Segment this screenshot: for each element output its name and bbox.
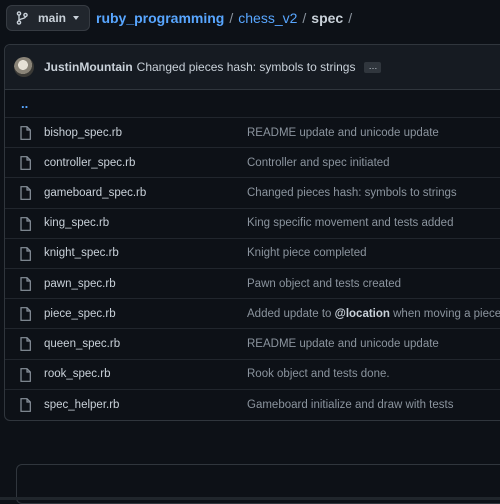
file-icon [20,337,31,352]
file-name-link[interactable]: pawn_spec.rb [44,278,116,290]
file-row[interactable]: controller_spec.rb Controller and spec in… [5,148,500,179]
file-row[interactable]: piece_spec.rb Added update to @location w… [5,299,500,330]
file-row[interactable]: gameboard_spec.rb Changed pieces hash: sy… [5,178,500,209]
file-icon [20,246,31,261]
avatar[interactable] [14,57,34,77]
breadcrumb-current: spec [311,10,344,26]
breadcrumb-separator: / [348,10,353,26]
file-icon [20,156,31,171]
file-row[interactable]: pawn_spec.rb Pawn object and tests create… [5,269,500,300]
file-name-link[interactable]: queen_spec.rb [44,338,120,350]
breadcrumb-repo-link[interactable]: ruby_programming [96,10,224,26]
file-name-link[interactable]: gameboard_spec.rb [44,187,146,199]
file-commit-message-link[interactable]: Changed pieces hash: symbols to strings [247,187,457,199]
commit-message-link[interactable]: Changed pieces hash: symbols to strings [137,60,356,74]
branch-label: main [38,11,67,25]
file-name-link[interactable]: spec_helper.rb [44,399,119,411]
file-icon [20,216,31,231]
chevron-down-icon [73,16,80,20]
breadcrumb-separator: / [302,10,307,26]
file-commit-message-link[interactable]: Controller and spec initiated [247,157,390,169]
file-icon [20,307,31,322]
commit-mention: @location [334,307,390,320]
file-name-link[interactable]: bishop_spec.rb [44,127,122,139]
latest-commit-bar: JustinMountain Changed pieces hash: symb… [5,45,500,90]
file-commit-message-link[interactable]: README update and unicode update [247,338,439,350]
file-icon [20,126,31,140]
file-icon [20,397,31,412]
commit-message-part: Added update to [247,307,335,320]
parent-directory-link[interactable]: .. [5,90,500,118]
file-row[interactable]: knight_spec.rb Knight piece completed [5,239,500,269]
breadcrumb-separator: / [229,10,234,26]
file-commit-message-link[interactable]: README update and unicode update [247,127,439,139]
file-row[interactable]: queen_spec.rb README update and unicode u… [5,329,500,360]
commit-author-link[interactable]: JustinMountain [44,60,133,74]
file-icon [20,367,31,382]
git-branch-icon [16,11,28,25]
file-list: bishop_spec.rb README update and unicode … [5,118,500,420]
file-icon [20,186,31,201]
commit-message-part: when moving a piece [389,307,500,320]
file-commit-message-link[interactable]: Gameboard initialize and draw with tests [247,399,453,411]
file-row[interactable]: bishop_spec.rb README update and unicode … [5,118,500,149]
repo-navigation-bar: main ruby_programming / chess_v2/spec / [0,0,500,38]
file-commit-message-link[interactable]: King specific movement and tests added [247,217,453,229]
branch-select-button[interactable]: main [6,5,90,31]
file-name-link[interactable]: controller_spec.rb [44,157,135,169]
breadcrumb-folder-link[interactable]: chess_v2 [238,10,297,26]
file-row[interactable]: spec_helper.rb Gameboard initialize and d… [5,390,500,420]
file-commit-message-link[interactable]: Added update to @location when moving a … [247,308,500,320]
breadcrumb: ruby_programming / chess_v2/spec / [96,10,357,26]
file-name-link[interactable]: knight_spec.rb [44,247,119,259]
file-name-link[interactable]: rook_spec.rb [44,368,110,380]
file-commit-message-link[interactable]: Pawn object and tests created [247,278,401,290]
file-commit-message-link[interactable]: Knight piece completed [247,247,367,259]
file-row[interactable]: king_spec.rb King specific movement and t… [5,209,500,239]
file-browser: JustinMountain Changed pieces hash: symb… [4,44,500,421]
file-icon [20,277,31,291]
expand-commit-button[interactable]: … [364,61,382,73]
file-row[interactable]: rook_spec.rb Rook object and tests done. [5,360,500,390]
file-name-link[interactable]: piece_spec.rb [44,308,116,320]
file-commit-message-link[interactable]: Rook object and tests done. [247,368,390,380]
file-name-link[interactable]: king_spec.rb [44,217,109,229]
